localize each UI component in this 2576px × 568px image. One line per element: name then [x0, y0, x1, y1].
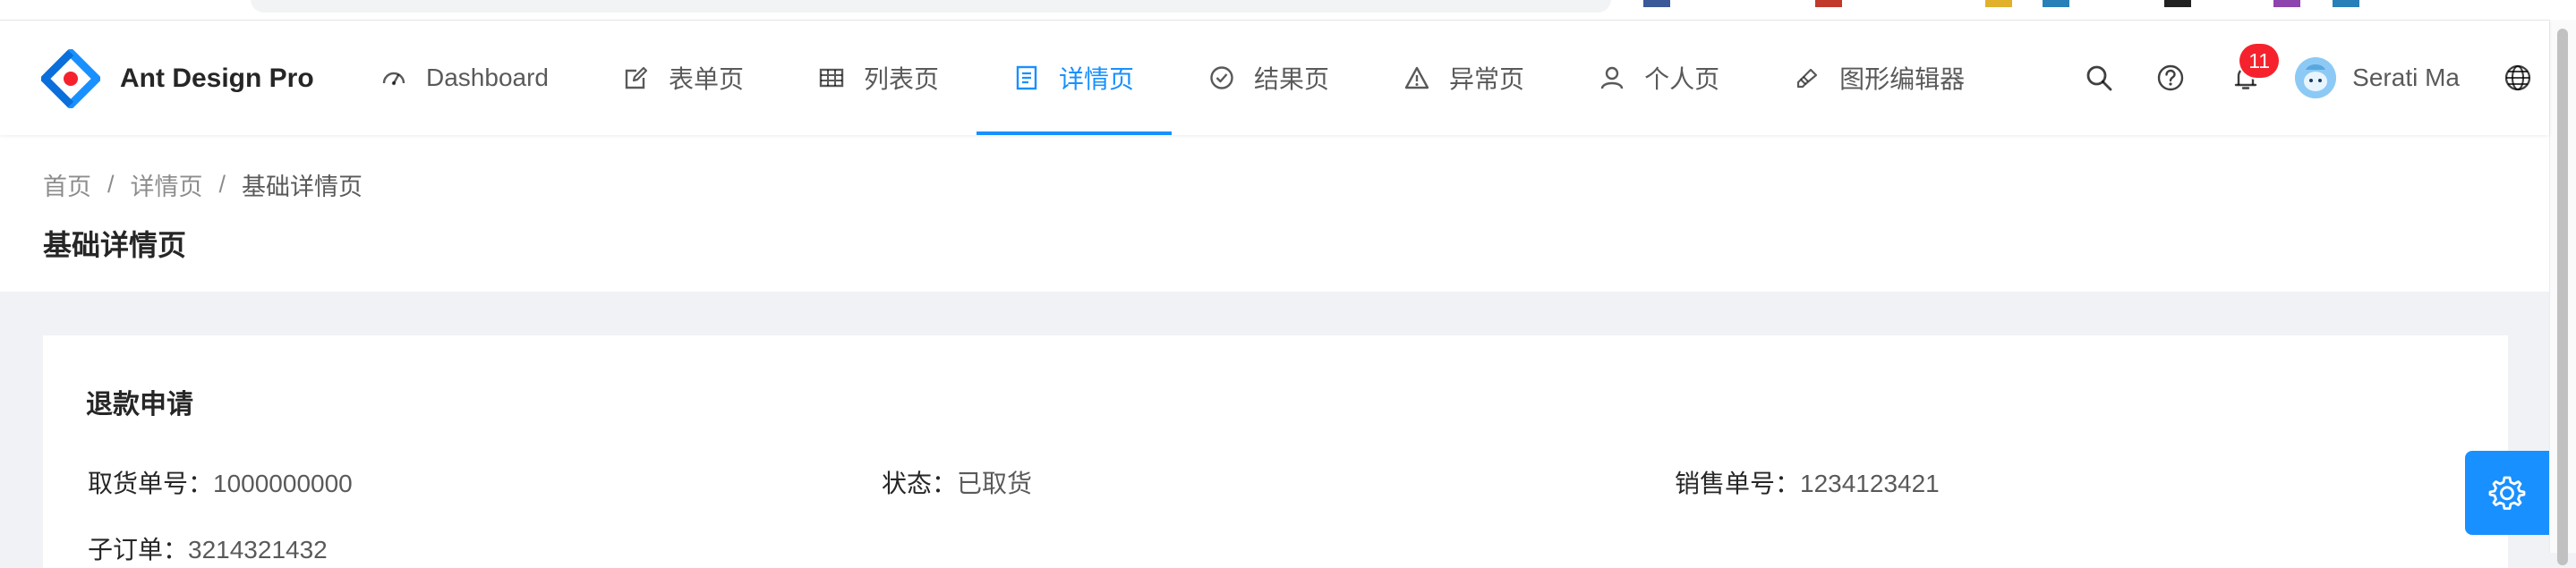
app-title: Ant Design Pro	[120, 64, 314, 93]
breadcrumb-separator: /	[218, 171, 226, 198]
field-label: 状态：	[882, 470, 958, 497]
browser-extension-icon[interactable]	[2273, 0, 2300, 7]
field-value: 已取货	[957, 470, 1033, 497]
field-value: 1234123421	[1800, 470, 1940, 497]
avatar	[2295, 57, 2337, 98]
nav-item-label: 表单页	[668, 65, 744, 93]
nav-item-label: 图形编辑器	[1839, 65, 1966, 93]
check-circle-icon	[1210, 66, 1233, 89]
nav-item-label: 列表页	[864, 65, 940, 93]
warning-icon	[1404, 66, 1429, 89]
browser-extension-icon[interactable]	[2164, 0, 2191, 7]
nav-item-label: 详情页	[1059, 65, 1135, 93]
browser-extension-icon[interactable]	[1643, 0, 1670, 7]
nav-item-list[interactable]: 列表页	[781, 21, 977, 135]
page-title: 基础详情页	[43, 229, 187, 261]
breadcrumb: 首页 / 详情页 / 基础详情页	[43, 167, 363, 202]
nav-item-dashboard[interactable]: Dashboard	[344, 21, 586, 135]
logo[interactable]: Ant Design Pro	[40, 48, 314, 109]
dashboard-icon	[382, 72, 405, 86]
search-icon	[2086, 65, 2112, 91]
sub-order-field: 子订单：3214321432	[88, 530, 328, 566]
nav-item-editor[interactable]: 图形编辑器	[1757, 21, 2002, 135]
form-icon	[625, 66, 648, 89]
nav-item-result[interactable]: 结果页	[1172, 21, 1367, 135]
question-circle-icon	[2157, 64, 2184, 91]
page-header: 首页 / 详情页 / 基础详情页 基础详情页	[0, 135, 2549, 292]
breadcrumb-item-current: 基础详情页	[242, 174, 363, 200]
sales-number-field: 销售单号：1234123421	[1675, 464, 1940, 500]
highlight-icon	[1796, 68, 1818, 89]
top-nav: Dashboard 表单页 列表页 详情页 结果页 异常页 个人页 图形编辑器	[344, 21, 2002, 135]
profile-icon	[1016, 65, 1037, 90]
nav-item-label: 个人页	[1644, 65, 1720, 93]
table-icon	[819, 68, 844, 88]
field-label: 取货单号：	[88, 470, 214, 497]
breadcrumb-item-profile[interactable]: 详情页	[131, 167, 203, 202]
browser-address-bar[interactable]	[251, 0, 1611, 13]
page-scrollbar[interactable]	[2549, 20, 2576, 565]
status-field: 状态：已取货	[882, 464, 1032, 500]
header-notification-button[interactable]: 11	[2205, 21, 2286, 135]
scrollbar-thumb[interactable]	[2557, 29, 2568, 565]
pickup-number-field: 取货单号：1000000000	[88, 464, 353, 500]
language-switch-button[interactable]	[2486, 21, 2549, 135]
settings-drawer-button[interactable]	[2465, 451, 2549, 535]
user-icon	[1600, 66, 1624, 89]
header-right-actions: 11 Serati Ma	[2062, 21, 2549, 135]
field-label: 子订单：	[88, 536, 189, 564]
field-value: 3214321432	[188, 536, 328, 564]
browser-extension-icon[interactable]	[1985, 0, 2012, 7]
card-title: 退款申请	[86, 390, 193, 420]
browser-extension-icon[interactable]	[2043, 0, 2069, 7]
breadcrumb-separator: /	[107, 171, 115, 198]
user-menu[interactable]: Serati Ma	[2286, 21, 2486, 135]
nav-item-account[interactable]: 个人页	[1562, 21, 1757, 135]
nav-item-form[interactable]: 表单页	[586, 21, 781, 135]
gear-icon	[2488, 476, 2526, 510]
field-label: 销售单号：	[1675, 470, 1801, 497]
notification-count-badge: 11	[2239, 44, 2280, 78]
header-search-button[interactable]	[2062, 21, 2136, 135]
ant-design-logo-icon	[40, 48, 101, 109]
nav-item-label: 异常页	[1449, 65, 1525, 93]
user-name: Serati Ma	[2352, 64, 2460, 91]
breadcrumb-item-home[interactable]: 首页	[43, 167, 91, 202]
browser-extension-icon[interactable]	[2333, 0, 2359, 7]
nav-item-label: 结果页	[1254, 65, 1330, 93]
nav-item-label: Dashboard	[426, 64, 549, 91]
globe-icon	[2504, 64, 2531, 91]
browser-chrome	[0, 0, 2576, 21]
field-value: 1000000000	[213, 470, 353, 497]
refund-details-card: 退款申请 取货单号：1000000000 状态：已取货 销售单号：1234123…	[43, 335, 2508, 568]
header-help-button[interactable]	[2136, 21, 2205, 135]
browser-extension-icon[interactable]	[1815, 0, 1842, 7]
nav-item-profile[interactable]: 详情页	[977, 21, 1173, 135]
top-header: Ant Design Pro Dashboard 表单页 列表页 详情页 结果页…	[0, 21, 2549, 135]
nav-item-exception[interactable]: 异常页	[1367, 21, 1562, 135]
